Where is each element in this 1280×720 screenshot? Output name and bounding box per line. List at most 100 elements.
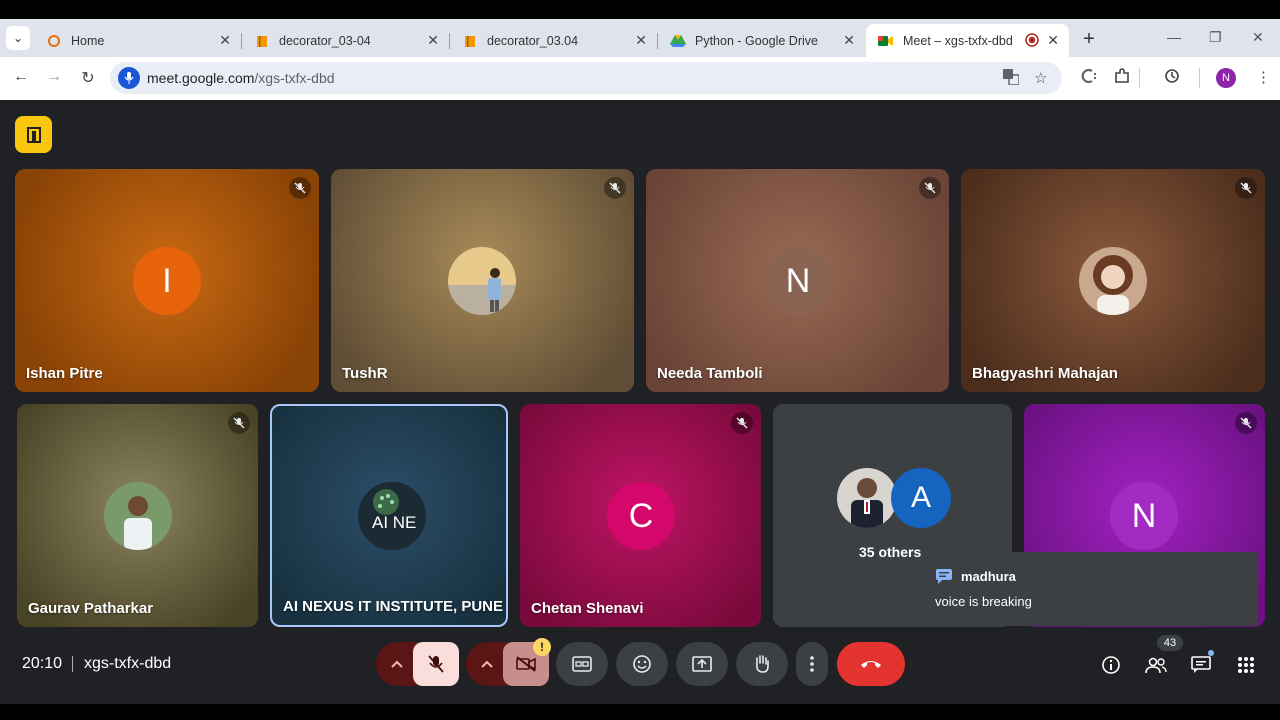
participant-logo: AI NE (358, 482, 426, 550)
minimize-button[interactable]: — (1167, 29, 1181, 45)
tab-label: decorator_03.04 (487, 33, 579, 48)
door-icon (26, 126, 41, 143)
participant-tile[interactable]: Gaurav Patharkar (17, 404, 258, 627)
bookmark-star-icon[interactable]: ☆ (1034, 69, 1047, 87)
participant-name: Chetan Shenavi (531, 600, 644, 617)
leave-call-button[interactable] (837, 642, 905, 686)
people-icon (1145, 657, 1167, 674)
google-drive-icon (670, 33, 686, 49)
hang-up-icon (861, 661, 881, 668)
toolbar-divider (1139, 68, 1140, 88)
mic-off-icon (289, 177, 311, 199)
meet-favicon-icon (878, 33, 894, 49)
layout-button[interactable] (15, 116, 52, 153)
url-text: meet.google.com/xgs-txfx-dbd (147, 70, 335, 86)
microphone-icon[interactable] (118, 67, 140, 89)
browser-toolbar: ← → ↻ meet.google.com/xgs-txfx-dbd ☆ N ⋮ (0, 57, 1280, 100)
video-options-button[interactable] (466, 642, 508, 686)
activities-button[interactable] (1235, 654, 1257, 676)
participant-avatar: C (607, 482, 675, 550)
bottom-bar-divider (72, 656, 73, 672)
raise-hand-button[interactable] (736, 642, 788, 686)
extension-c-icon[interactable] (1081, 68, 1097, 88)
tab-home[interactable]: Home ✕ (34, 24, 242, 57)
participant-photo (448, 247, 516, 315)
history-icon[interactable] (1164, 68, 1180, 88)
tab-search-button[interactable]: ⌄ (6, 26, 30, 50)
tab-label: Meet – xgs-txfx-dbd (903, 33, 1013, 48)
chat-icon (1191, 656, 1211, 673)
captions-button[interactable] (556, 642, 608, 686)
chevron-up-icon (481, 660, 493, 668)
new-tab-button[interactable]: + (1078, 28, 1100, 51)
recording-icon (1025, 33, 1039, 50)
close-icon[interactable]: ✕ (1047, 32, 1059, 49)
tab-decorator-03-04[interactable]: decorator_03-04 ✕ (242, 24, 450, 57)
more-vertical-icon (810, 656, 814, 672)
emoji-reaction-button[interactable] (616, 642, 668, 686)
participant-tile[interactable]: C Chetan Shenavi (520, 404, 761, 627)
close-icon[interactable]: ✕ (219, 32, 231, 49)
others-avatar: A (891, 468, 951, 528)
browser-tab-strip: ⌄ Home ✕ decorator_03-04 ✕ decorator_03.… (0, 19, 1280, 57)
mic-off-icon (731, 412, 753, 434)
close-icon[interactable]: ✕ (843, 32, 855, 49)
tab-meet[interactable]: Meet – xgs-txfx-dbd ✕ (866, 24, 1069, 57)
present-screen-button[interactable] (676, 642, 728, 686)
participant-name: Needa Tamboli (657, 365, 763, 382)
chat-button[interactable] (1190, 650, 1214, 676)
notebook-favicon-icon (254, 33, 270, 49)
url-host: meet.google.com (147, 70, 255, 86)
participant-tile-active-speaker[interactable]: AI NE AI NEXUS IT INSTITUTE, PUNE (270, 404, 508, 627)
forward-button[interactable]: → (44, 68, 64, 86)
present-icon (692, 656, 712, 672)
tab-label: Python - Google Drive (695, 33, 818, 48)
address-bar[interactable]: meet.google.com/xgs-txfx-dbd ☆ (110, 62, 1062, 94)
camera-off-icon (516, 656, 536, 672)
participant-photo (104, 482, 172, 550)
participant-tile[interactable]: N Needa Tamboli (646, 169, 949, 392)
chat-notification[interactable]: madhura voice is breaking (921, 552, 1258, 626)
extensions-puzzle-icon[interactable] (1114, 68, 1130, 88)
close-icon[interactable]: ✕ (427, 32, 439, 49)
chat-sender: madhura (961, 569, 1016, 584)
participant-avatar: I (133, 247, 201, 315)
emoji-icon (633, 655, 651, 673)
translate-icon[interactable] (1003, 69, 1020, 89)
microphone-toggle-button[interactable] (413, 642, 459, 686)
participant-tile[interactable]: I Ishan Pitre (15, 169, 319, 392)
profile-avatar[interactable]: N (1216, 68, 1236, 88)
tab-decorator-03.04[interactable]: decorator_03.04 ✕ (450, 24, 658, 57)
mic-off-icon (604, 177, 626, 199)
participant-name: Ishan Pitre (26, 365, 103, 382)
participant-avatar: N (1110, 482, 1178, 550)
close-icon[interactable]: ✕ (635, 32, 647, 49)
participant-tile[interactable]: Bhagyashri Mahajan (961, 169, 1265, 392)
others-count-label: 35 others (859, 544, 922, 560)
url-path: /xgs-txfx-dbd (254, 70, 335, 86)
tab-google-drive[interactable]: Python - Google Drive ✕ (658, 24, 865, 57)
more-options-button[interactable] (796, 642, 828, 686)
close-window-button[interactable]: ✕ (1252, 29, 1264, 46)
warning-icon[interactable]: ! (533, 638, 551, 656)
toolbar-divider (1199, 68, 1200, 88)
mic-off-icon (919, 177, 941, 199)
more-menu-icon[interactable]: ⋮ (1256, 68, 1271, 86)
participant-name: TushR (342, 365, 388, 382)
restore-button[interactable]: ❐ (1209, 29, 1222, 46)
reload-button[interactable]: ↻ (78, 68, 98, 88)
back-button[interactable]: ← (11, 68, 31, 86)
tab-label: decorator_03-04 (279, 33, 371, 48)
meeting-details-button[interactable] (1100, 654, 1122, 676)
apps-grid-icon (1238, 657, 1254, 673)
audio-options-button[interactable] (376, 642, 418, 686)
people-button[interactable] (1145, 654, 1167, 676)
chat-message: voice is breaking (935, 594, 1032, 609)
participant-avatar: N (764, 247, 832, 315)
chevron-up-icon (391, 660, 403, 668)
hand-icon (756, 655, 769, 673)
unread-dot-icon (1208, 650, 1214, 656)
screen: ⌄ Home ✕ decorator_03-04 ✕ decorator_03.… (0, 0, 1280, 720)
info-icon (1102, 656, 1120, 674)
participant-tile[interactable]: TushR (331, 169, 634, 392)
